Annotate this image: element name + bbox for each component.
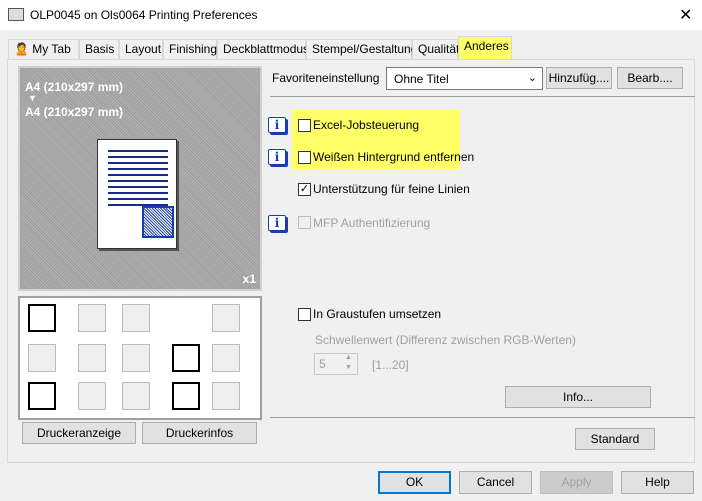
spin-up-icon[interactable]: ▲ xyxy=(345,354,352,361)
poster-icon[interactable] xyxy=(78,304,106,332)
remove-white-bg-label: Weißen Hintergrund entfernen xyxy=(313,150,475,164)
tab-my-tab[interactable]: 🙎 My Tab xyxy=(8,39,79,59)
schedule-icon[interactable] xyxy=(172,382,200,410)
excel-job-checkbox[interactable] xyxy=(298,119,311,132)
favorites-dropdown[interactable]: Ohne Titel ⌄ xyxy=(386,67,543,90)
tab-deckblattmodus[interactable]: Deckblattmodus xyxy=(217,39,309,59)
tab-qualitat[interactable]: Qualität xyxy=(412,39,459,59)
arrow-down-icon: ▼ xyxy=(28,93,37,103)
add-favorite-button[interactable]: Hinzufüg.... xyxy=(546,67,612,89)
page-preview xyxy=(97,139,177,249)
booklet-icon[interactable] xyxy=(212,304,240,332)
title-bar: OLP0045 on Ols0064 Printing Preferences … xyxy=(0,0,702,30)
text-overlay-icon[interactable] xyxy=(122,344,150,372)
favorites-value: Ohne Titel xyxy=(394,72,449,86)
printer-info-button[interactable]: Druckerinfos xyxy=(142,422,257,444)
info-icon[interactable]: i xyxy=(268,117,286,133)
printer-view-button[interactable]: Druckeranzeige xyxy=(22,422,136,444)
secure-print-icon[interactable] xyxy=(212,344,240,372)
tab-layout[interactable]: Layout xyxy=(119,39,163,59)
threshold-range: [1...20] xyxy=(372,358,409,372)
paper-size-source: A4 (210x297 mm) xyxy=(25,80,124,94)
info-icon[interactable]: i xyxy=(268,149,286,165)
remove-white-bg-checkbox[interactable] xyxy=(298,151,311,164)
tab-finishing[interactable]: Finishing xyxy=(163,39,217,59)
grayscale-checkbox[interactable] xyxy=(298,308,311,321)
favorites-label: Favoriteneinstellung xyxy=(272,71,380,85)
mfp-auth-checkbox[interactable] xyxy=(298,216,311,229)
pages-icon[interactable] xyxy=(122,304,150,332)
banner-icon[interactable] xyxy=(212,382,240,410)
info-icon[interactable]: i xyxy=(268,215,286,231)
tab-anderes[interactable]: Anderes xyxy=(458,36,512,60)
standard-button[interactable]: Standard xyxy=(575,428,655,450)
tab-basis[interactable]: Basis xyxy=(79,39,119,59)
chevron-down-icon: ⌄ xyxy=(527,72,537,84)
apply-button[interactable]: Apply xyxy=(540,471,613,494)
cancel-button[interactable]: Cancel xyxy=(459,471,532,494)
tab-stempel[interactable]: Stempel/Gestaltung xyxy=(306,39,417,59)
stack-icon[interactable] xyxy=(28,344,56,372)
report-icon[interactable] xyxy=(28,382,56,410)
copies-count: x1 xyxy=(242,272,256,286)
function-icon-panel xyxy=(18,296,262,420)
divider xyxy=(270,96,695,97)
fine-lines-checkbox[interactable]: ✓ xyxy=(298,183,311,196)
threshold-spinner[interactable]: 5 ▲ ▼ xyxy=(314,353,358,375)
grayscale-label: In Graustufen umsetzen xyxy=(313,307,442,321)
divider xyxy=(270,417,695,418)
window-title: OLP0045 on Ols0064 Printing Preferences xyxy=(30,8,258,22)
close-icon[interactable]: ✕ xyxy=(679,5,692,25)
ok-button[interactable]: OK xyxy=(378,471,451,494)
threshold-label: Schwellenwert (Differenz zwischen RGB-We… xyxy=(315,333,576,347)
printer-icon xyxy=(8,8,24,21)
paper-size-output: A4 (210x297 mm) xyxy=(25,105,124,119)
fine-lines-label: Unterstützung für feine Linien xyxy=(313,182,470,196)
edit-favorite-button[interactable]: Bearb.... xyxy=(617,67,683,89)
printer-output-icon[interactable] xyxy=(28,304,56,332)
user-icon: 🙎 xyxy=(14,42,33,56)
user-message-icon[interactable] xyxy=(78,382,106,410)
spin-down-icon[interactable]: ▼ xyxy=(345,364,352,371)
multi-page-icon[interactable] xyxy=(78,344,106,372)
threshold-value: 5 xyxy=(319,357,326,371)
mfp-auth-label: MFP Authentifizierung xyxy=(313,216,431,230)
form-icon[interactable] xyxy=(172,344,200,372)
print-preview: A4 (210x297 mm) ▼ A4 (210x297 mm) x1 xyxy=(18,66,262,291)
users-icon[interactable] xyxy=(122,382,150,410)
help-button[interactable]: Help xyxy=(621,471,694,494)
info-button[interactable]: Info... xyxy=(505,386,651,408)
excel-job-label: Excel-Jobsteuerung xyxy=(313,118,420,132)
